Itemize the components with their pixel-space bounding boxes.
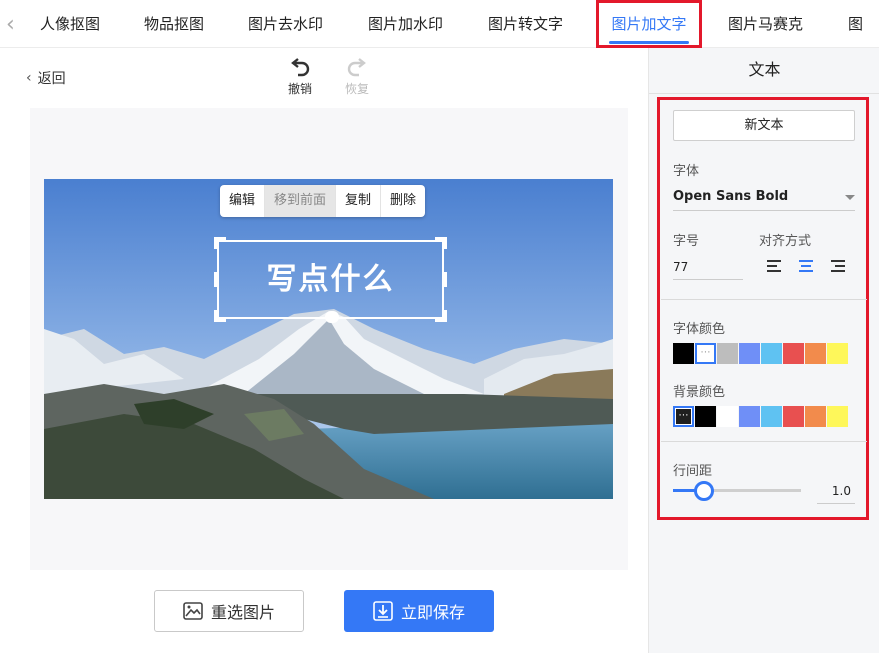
line-spacing-input[interactable]: 1.0: [817, 480, 855, 504]
text-box[interactable]: 写点什么: [214, 237, 447, 323]
panel-title: 文本: [649, 48, 879, 94]
back-label: 返回: [37, 71, 66, 87]
font-select[interactable]: Open Sans Bold: [673, 185, 855, 211]
resize-handle-top-right[interactable]: [435, 237, 447, 249]
redo-button[interactable]: 恢复: [342, 58, 372, 97]
resize-handle-left[interactable]: [214, 272, 218, 287]
line-spacing-slider-handle[interactable]: [694, 481, 714, 501]
back-button[interactable]: ‹ 返回: [26, 68, 66, 88]
bg-color-swatch[interactable]: [827, 406, 848, 427]
resize-handle-bottom-left[interactable]: [214, 310, 226, 322]
copy-button[interactable]: 复制: [335, 185, 380, 217]
font-color-swatch[interactable]: [761, 343, 782, 364]
resize-handle-top-left[interactable]: [214, 237, 226, 249]
tab-object-cutout[interactable]: 物品抠图: [144, 0, 204, 48]
tab-more-truncated[interactable]: 图: [848, 0, 863, 48]
resize-handle-right[interactable]: [443, 272, 447, 287]
download-icon: [373, 601, 393, 621]
save-now-button[interactable]: 立即保存: [344, 590, 494, 632]
bg-color-swatch[interactable]: [783, 406, 804, 427]
divider: [661, 441, 867, 442]
bg-color-swatch[interactable]: [695, 406, 716, 427]
reselect-image-button[interactable]: 重选图片: [154, 590, 304, 632]
save-now-label: 立即保存: [400, 603, 465, 622]
align-right-icon[interactable]: [831, 260, 849, 276]
font-color-label: 字体颜色: [673, 322, 726, 337]
font-size-label: 字号: [673, 234, 700, 249]
active-tab-highlight-box: [596, 0, 702, 48]
landscape-photo[interactable]: [44, 179, 613, 499]
tab-mosaic[interactable]: 图片马赛克: [728, 0, 803, 48]
font-size-input[interactable]: 77: [673, 256, 743, 280]
alignment-label: 对齐方式: [759, 234, 812, 249]
more-icon: ⋯: [678, 410, 689, 421]
font-color-swatch[interactable]: [783, 343, 804, 364]
chevron-down-icon: [845, 195, 855, 200]
font-color-swatch[interactable]: ⋯: [695, 343, 716, 364]
font-color-swatch[interactable]: [805, 343, 826, 364]
text-box-content[interactable]: 写点什么: [219, 242, 442, 317]
font-color-swatch[interactable]: [739, 343, 760, 364]
more-icon: ⋯: [700, 347, 711, 358]
bg-color-label: 背景颜色: [673, 385, 726, 400]
chevron-left-icon: ‹: [26, 70, 32, 86]
tool-tabbar: ‹ 人像抠图 物品抠图 图片去水印 图片加水印 图片转文字 图片加文字 图片马赛…: [0, 0, 879, 48]
font-color-swatch[interactable]: [673, 343, 694, 364]
tab-portrait-cutout[interactable]: 人像抠图: [40, 0, 100, 48]
tab-image-to-text[interactable]: 图片转文字: [488, 0, 563, 48]
resize-handle-bottom-right[interactable]: [435, 310, 447, 322]
reselect-image-label: 重选图片: [210, 603, 275, 622]
divider: [661, 299, 867, 300]
bg-color-swatch[interactable]: [717, 406, 738, 427]
delete-button[interactable]: 删除: [380, 185, 425, 217]
rotate-handle[interactable]: [325, 311, 339, 323]
align-center-icon[interactable]: [799, 260, 817, 276]
bg-color-swatch[interactable]: [739, 406, 760, 427]
undo-button[interactable]: 撤销: [285, 58, 315, 97]
undo-icon: [291, 58, 310, 77]
mountain-lake-image: [44, 179, 613, 499]
tabs-prev-icon[interactable]: ‹: [6, 14, 22, 36]
bg-color-swatch[interactable]: [805, 406, 826, 427]
align-left-icon[interactable]: [767, 260, 785, 276]
tab-add-watermark[interactable]: 图片加水印: [368, 0, 443, 48]
bg-color-swatch[interactable]: [761, 406, 782, 427]
image-icon: [183, 602, 203, 620]
edit-button[interactable]: 编辑: [220, 185, 264, 217]
editor-canvas: 编辑 移到前面 复制 删除 写点什么: [30, 108, 628, 570]
line-spacing-label: 行间距: [673, 464, 713, 479]
undo-label: 撤销: [287, 82, 312, 96]
redo-icon: [347, 58, 366, 77]
font-color-swatch[interactable]: [717, 343, 738, 364]
tab-remove-watermark[interactable]: 图片去水印: [248, 0, 323, 48]
font-select-value: Open Sans Bold: [673, 189, 789, 204]
text-context-menu: 编辑 移到前面 复制 删除: [220, 185, 426, 217]
redo-label: 恢复: [344, 82, 369, 96]
new-text-button[interactable]: 新文本: [673, 110, 855, 141]
text-properties-panel: 文本 新文本 字体 Open Sans Bold 字号 对齐方式 77 字体颜色…: [648, 48, 879, 653]
font-color-swatch[interactable]: [827, 343, 848, 364]
bring-front-button[interactable]: 移到前面: [264, 185, 336, 217]
editor-main: ‹ 返回 撤销 恢复 编辑 移到前面 复制 删除 写点什么 重选图片 立即保存: [0, 48, 648, 653]
bg-color-swatch[interactable]: ⋯: [673, 406, 694, 427]
font-label: 字体: [673, 164, 700, 179]
